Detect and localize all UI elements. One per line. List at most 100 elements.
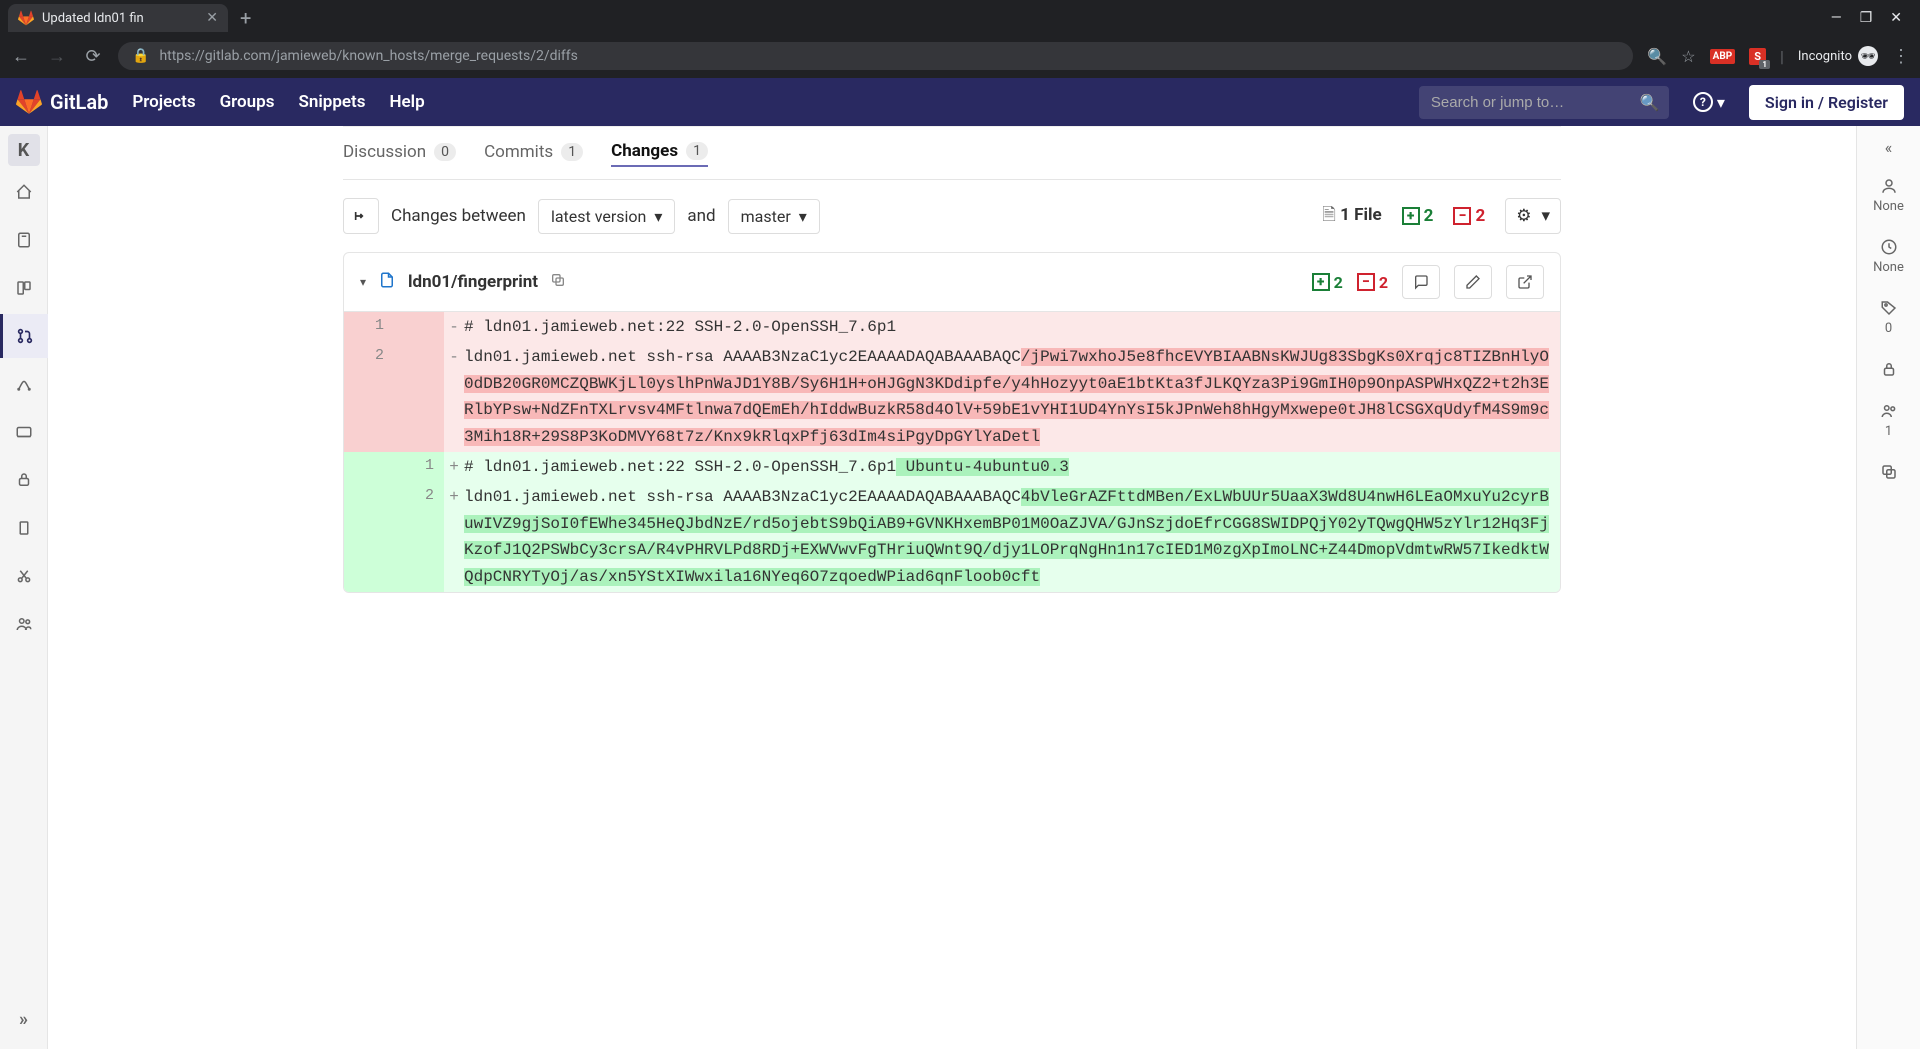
toolbar-right: 🔍 ☆ ABP S | Incognito 🕶 ⋮ [1647, 46, 1910, 67]
chevron-down-icon: ▾ [654, 207, 662, 226]
external-link-button[interactable] [1506, 265, 1544, 299]
incognito-label: Incognito [1798, 49, 1852, 64]
gitlab-logo[interactable]: GitLab [16, 89, 108, 115]
assignee-value: None [1873, 199, 1904, 214]
assignee-block[interactable]: None [1857, 167, 1920, 224]
gitlab-favicon [18, 10, 34, 26]
line-code: ldn01.jamieweb.net ssh-rsa AAAAB3NzaC1yc… [464, 482, 1560, 592]
sidebar-collapse[interactable]: » [0, 997, 48, 1041]
lock-icon: 🔒 [132, 48, 149, 64]
file-path[interactable]: ldn01/fingerprint [408, 272, 538, 292]
bookmark-icon[interactable]: ☆ [1681, 47, 1695, 66]
copy-path-icon[interactable] [550, 272, 566, 292]
participants-block[interactable]: 1 [1857, 392, 1920, 449]
global-search[interactable]: 🔍 [1419, 86, 1669, 119]
browser-tab[interactable]: Updated ldn01 fin ✕ [8, 4, 228, 32]
browser-tab-bar: Updated ldn01 fin ✕ + — ❐ ✕ [0, 0, 1920, 36]
tab-changes[interactable]: Changes 1 [611, 141, 708, 167]
diff-file-header: ▾ ldn01/fingerprint + 2 − [344, 253, 1560, 312]
sidebar-cicd[interactable] [0, 362, 48, 406]
zoom-icon[interactable]: 🔍 [1647, 47, 1667, 66]
back-icon[interactable]: ← [10, 46, 32, 67]
new-line-num [394, 342, 444, 452]
diff-line-added[interactable]: 2 + ldn01.jamieweb.net ssh-rsa AAAAB3Nza… [344, 482, 1560, 592]
search-icon: 🔍 [1640, 93, 1660, 112]
plus-box-icon: + [1312, 273, 1330, 291]
lock-block[interactable] [1857, 350, 1920, 388]
extension-s-icon[interactable]: S [1749, 48, 1766, 65]
sidebar-issues[interactable] [0, 266, 48, 310]
tab-discussion-label: Discussion [343, 142, 426, 162]
right-rail-collapse[interactable]: « [1885, 138, 1893, 157]
old-line-num: 2 [344, 342, 394, 452]
diff-line-added[interactable]: 1 + # ldn01.jamieweb.net:22 SSH-2.0-Open… [344, 452, 1560, 482]
target-dropdown[interactable]: master ▾ [728, 199, 820, 234]
browser-menu-icon[interactable]: ⋮ [1892, 46, 1910, 67]
version-selected: latest version [551, 207, 646, 226]
nav-projects[interactable]: Projects [132, 92, 195, 112]
project-avatar[interactable]: K [8, 134, 40, 166]
sidebar-merge-requests[interactable] [0, 314, 48, 358]
main-content: Discussion 0 Commits 1 Changes 1 Changes… [48, 126, 1856, 1049]
sidebar-wiki[interactable] [0, 506, 48, 550]
diff-settings-dropdown[interactable]: ⚙ ▾ [1505, 198, 1561, 234]
diff-table: 1 - # ldn01.jamieweb.net:22 SSH-2.0-Open… [344, 312, 1560, 592]
url-field[interactable]: 🔒 https://gitlab.com/jamieweb/known_host… [118, 42, 1633, 70]
minimize-icon[interactable]: — [1831, 10, 1842, 26]
search-input[interactable] [1431, 94, 1630, 111]
close-tab-icon[interactable]: ✕ [206, 10, 218, 26]
address-bar: ← → ⟳ 🔒 https://gitlab.com/jamieweb/know… [0, 36, 1920, 78]
file-tree-toggle[interactable] [343, 198, 379, 234]
comment-button[interactable] [1402, 265, 1440, 299]
total-additions: + 2 [1402, 206, 1434, 226]
commits-count: 1 [561, 143, 583, 161]
diff-line-removed[interactable]: 1 - # ldn01.jamieweb.net:22 SSH-2.0-Open… [344, 312, 1560, 342]
help-dropdown[interactable]: ? ▾ [1693, 92, 1725, 112]
reference-block[interactable] [1857, 453, 1920, 491]
chevron-down-icon: ▾ [799, 207, 807, 226]
sidebar-snippets[interactable] [0, 554, 48, 598]
diff-line-removed[interactable]: 2 - ldn01.jamieweb.net ssh-rsa AAAAB3Nza… [344, 342, 1560, 452]
nav-groups[interactable]: Groups [220, 92, 275, 112]
forward-icon[interactable]: → [46, 46, 68, 67]
nav-help[interactable]: Help [389, 92, 424, 112]
sidebar-repository[interactable] [0, 218, 48, 262]
close-window-icon[interactable]: ✕ [1890, 10, 1902, 26]
tab-changes-label: Changes [611, 141, 678, 161]
signin-button[interactable]: Sign in / Register [1749, 85, 1904, 120]
edit-button[interactable] [1454, 265, 1492, 299]
version-dropdown[interactable]: latest version ▾ [538, 199, 675, 234]
gitlab-navbar: GitLab Projects Groups Snippets Help 🔍 ?… [0, 78, 1920, 126]
file-icon: 🗎 [1322, 205, 1336, 225]
abp-extension-icon[interactable]: ABP [1710, 49, 1736, 64]
browser-chrome: Updated ldn01 fin ✕ + — ❐ ✕ ← → ⟳ 🔒 http… [0, 0, 1920, 78]
new-tab-button[interactable]: + [232, 6, 259, 30]
minus-box-icon: − [1453, 207, 1471, 225]
tab-commits[interactable]: Commits 1 [484, 142, 583, 166]
line-sign: - [444, 342, 464, 452]
reload-icon[interactable]: ⟳ [82, 46, 104, 67]
file-icon [378, 271, 396, 293]
total-deletions: − 2 [1453, 206, 1485, 226]
milestone-block[interactable]: None [1857, 228, 1920, 285]
chevron-down-icon: ▾ [1541, 206, 1550, 226]
mr-tabs: Discussion 0 Commits 1 Changes 1 [343, 127, 1561, 180]
line-sign: + [444, 482, 464, 592]
maximize-icon[interactable]: ❐ [1860, 10, 1873, 26]
new-line-num: 2 [394, 482, 444, 592]
tab-discussion[interactable]: Discussion 0 [343, 142, 456, 166]
sidebar-overview[interactable] [0, 170, 48, 214]
sidebar-packages[interactable] [0, 458, 48, 502]
minus-box-icon: − [1357, 273, 1375, 291]
collapse-file-icon[interactable]: ▾ [360, 275, 366, 289]
and-label: and [687, 206, 715, 226]
sidebar-operations[interactable] [0, 410, 48, 454]
sidebar-members[interactable] [0, 602, 48, 646]
compare-bar: Changes between latest version ▾ and mas… [343, 180, 1561, 252]
plus-box-icon: + [1402, 207, 1420, 225]
nav-snippets[interactable]: Snippets [298, 92, 365, 112]
labels-block[interactable]: 0 [1857, 289, 1920, 346]
diff-file-card: ▾ ldn01/fingerprint + 2 − [343, 252, 1561, 593]
issue-sidebar: « None None 0 1 [1856, 126, 1920, 1049]
line-code: # ldn01.jamieweb.net:22 SSH-2.0-OpenSSH_… [464, 452, 1560, 482]
